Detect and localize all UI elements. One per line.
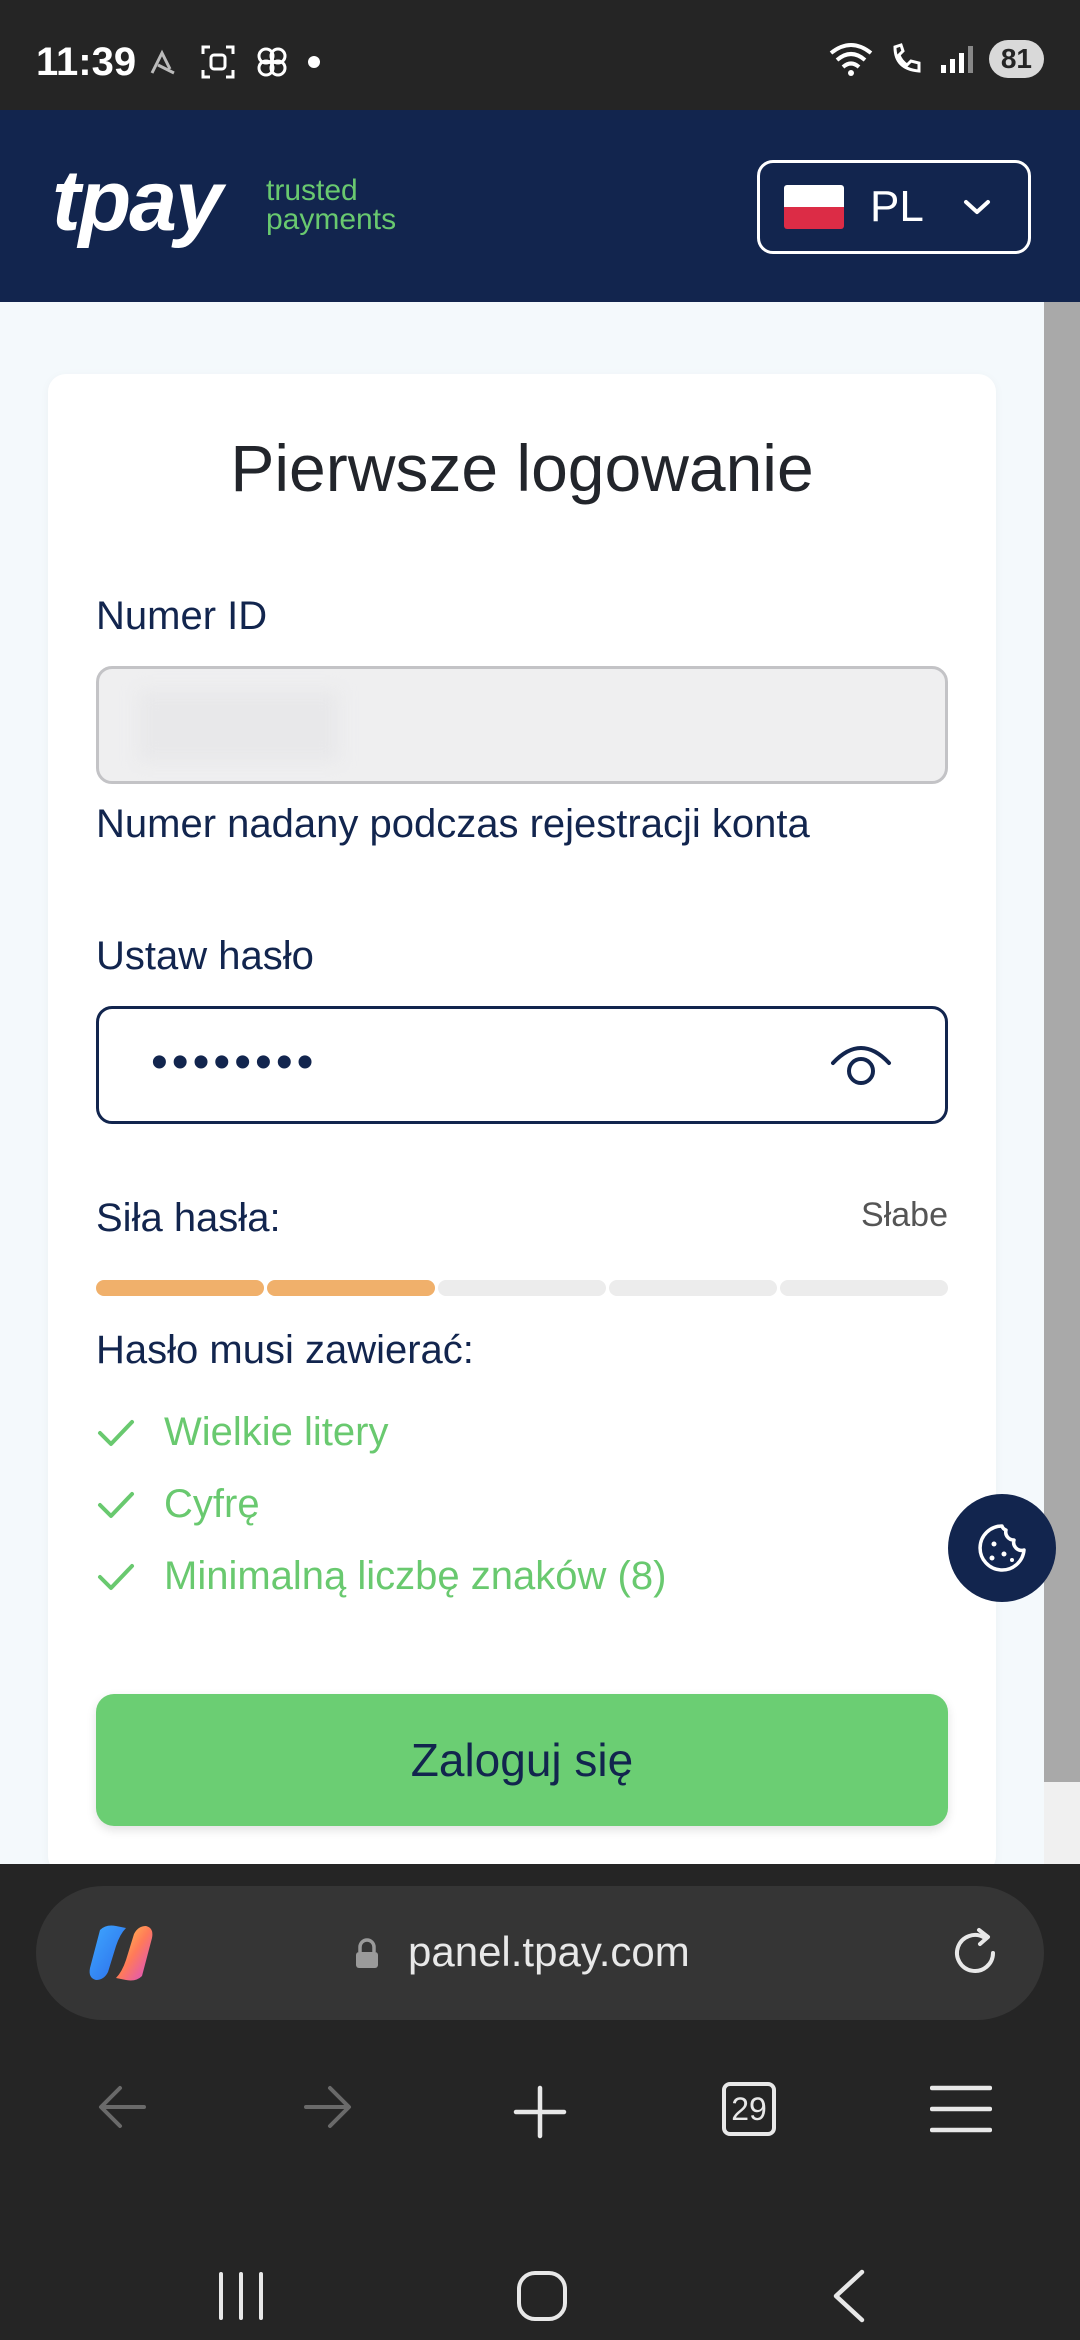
strength-segment xyxy=(609,1280,777,1296)
screenshot-icon xyxy=(201,45,235,79)
app-notification-icon xyxy=(150,49,175,75)
login-card: Pierwsze logowanie Numer ID Numer nadany… xyxy=(48,374,996,1874)
status-system-icons: 81 xyxy=(827,40,1044,78)
wifi-icon xyxy=(829,43,873,76)
requirement-text: Wielkie litery xyxy=(164,1410,389,1454)
poland-flag-icon xyxy=(784,185,844,229)
recent-apps-icon[interactable] xyxy=(216,2272,266,2325)
check-icon xyxy=(98,1419,134,1446)
strength-segment xyxy=(267,1280,435,1296)
check-icon xyxy=(98,1563,134,1590)
signal-icon xyxy=(940,46,973,73)
requirement-item: Minimalną liczbę znaków (8) xyxy=(96,1554,666,1599)
password-strength-meter xyxy=(96,1280,948,1296)
password-input[interactable]: •••••••• xyxy=(96,1006,948,1124)
cookie-settings-button[interactable] xyxy=(948,1494,1056,1602)
requirement-text: Minimalną liczbę znaków (8) xyxy=(164,1554,667,1598)
browser-toolbar: panel.tpay.com 29 xyxy=(0,1864,1080,2340)
tpay-logo[interactable]: tpay xyxy=(52,152,223,251)
address-bar[interactable]: panel.tpay.com xyxy=(36,1886,1044,2020)
back-arrow-icon[interactable] xyxy=(96,2084,148,2135)
check-icon xyxy=(98,1491,134,1518)
tagline-line-2: payments xyxy=(266,203,397,236)
language-select[interactable]: PL xyxy=(757,160,1031,254)
url-text[interactable]: panel.tpay.com xyxy=(408,1928,690,1976)
new-tab-plus-icon[interactable] xyxy=(512,2084,568,2145)
home-icon[interactable] xyxy=(516,2270,568,2327)
chevron-down-icon xyxy=(962,197,992,217)
strength-segment xyxy=(780,1280,948,1296)
copilot-icon[interactable] xyxy=(86,1920,156,1991)
status-bar: 11:39 81 xyxy=(0,0,1080,110)
requirements-title: Hasło musi zawierać: xyxy=(96,1328,474,1372)
notification-dot-icon xyxy=(308,56,320,68)
password-strength-label: Siła hasła: xyxy=(96,1196,281,1240)
requirement-item: Cyfrę xyxy=(96,1482,260,1527)
id-field-label: Numer ID xyxy=(96,594,268,638)
id-value-redacted xyxy=(139,691,339,761)
password-strength-value: Słabe xyxy=(861,1196,948,1234)
status-time: 11:39 xyxy=(36,40,137,84)
menu-icon[interactable] xyxy=(929,2084,993,2139)
cookie-icon xyxy=(978,1524,1026,1572)
id-input[interactable] xyxy=(96,666,948,784)
password-masked-value: •••••••• xyxy=(151,1036,318,1089)
language-label: PL xyxy=(870,182,924,231)
requirement-text: Cyfrę xyxy=(164,1482,260,1526)
pinwheel-icon xyxy=(257,47,287,77)
system-nav-bar xyxy=(0,2254,1080,2340)
id-helper-text: Numer nadany podczas rejestracji konta xyxy=(96,802,810,846)
lock-icon xyxy=(354,1938,380,1975)
reload-icon[interactable] xyxy=(946,1924,1004,1987)
wifi-call-icon xyxy=(893,43,921,73)
logo-tagline: trusted payments xyxy=(266,174,397,236)
login-button[interactable]: Zaloguj się xyxy=(96,1694,948,1826)
site-header: tpay trusted payments PL xyxy=(0,110,1080,302)
strength-segment xyxy=(438,1280,606,1296)
page-title: Pierwsze logowanie xyxy=(230,431,814,505)
strength-segment xyxy=(96,1280,264,1296)
requirement-item: Wielkie litery xyxy=(96,1410,388,1455)
tab-switcher-button[interactable]: 29 xyxy=(722,2082,776,2136)
password-field-label: Ustaw hasło xyxy=(96,934,314,978)
forward-arrow-icon[interactable] xyxy=(302,2084,354,2135)
system-back-icon[interactable] xyxy=(828,2268,868,2329)
battery-indicator: 81 xyxy=(988,40,1044,78)
status-notification-icons xyxy=(148,44,320,80)
tagline-line-1: trusted xyxy=(266,174,358,207)
show-password-eye-icon[interactable] xyxy=(829,1039,893,1096)
browser-nav-bar: 29 xyxy=(0,2054,1080,2174)
